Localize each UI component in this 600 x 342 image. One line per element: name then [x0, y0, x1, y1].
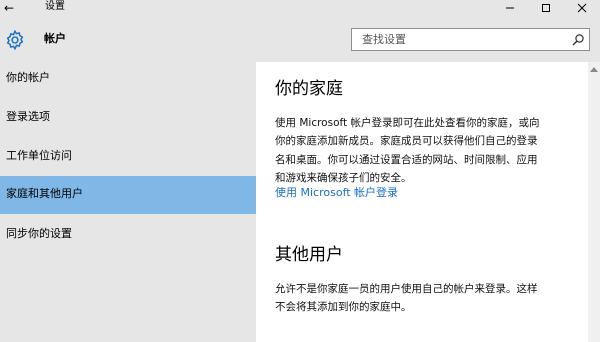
search-icon[interactable] [571, 33, 585, 47]
maximize-icon [542, 4, 550, 12]
maximize-button[interactable] [528, 0, 564, 16]
sidebar-item-label: 同步你的设置 [6, 227, 72, 240]
sidebar-item-your-account[interactable]: 你的帐户 [0, 62, 256, 100]
minimize-button[interactable] [492, 0, 528, 16]
sidebar-item-work-access[interactable]: 工作单位访问 [0, 139, 256, 177]
sidebar: 你的帐户 登录选项 工作单位访问 家庭和其他用户 同步你的设置 [0, 62, 256, 342]
back-button[interactable]: ← [0, 0, 18, 16]
window-title: 设置 [45, 1, 65, 12]
sidebar-item-sign-in-options[interactable]: 登录选项 [0, 100, 256, 138]
sidebar-item-family-other-users[interactable]: 家庭和其他用户 [0, 176, 256, 214]
search-placeholder: 查找设置 [362, 33, 406, 46]
close-icon [577, 3, 587, 13]
search-input[interactable]: 查找设置 [351, 28, 590, 51]
sidebar-item-label: 登录选项 [6, 110, 50, 123]
title-bar: ← 设置 [0, 0, 600, 16]
other-users-line: 不会将其添加到你的家庭中。 [275, 301, 412, 314]
family-line: 使用 Microsoft 帐户登录即可在此处查看你的家庭，或向 [275, 117, 540, 129]
other-users-description: 允许不是你家庭一员的用户使用自己的帐户来登录。这样 不会将其添加到你的家庭中。 [275, 280, 585, 317]
sidebar-item-label: 工作单位访问 [6, 149, 72, 162]
gear-icon [6, 29, 24, 51]
other-users-heading: 其他用户 [275, 245, 343, 265]
back-arrow-icon: ← [3, 1, 15, 15]
other-users-line: 允许不是你家庭一员的用户使用自己的帐户来登录。这样 [275, 283, 538, 295]
scroll-up-icon [590, 67, 598, 72]
sidebar-item-label: 你的帐户 [6, 71, 50, 84]
family-line: 你的家庭添加新成员。家庭成员可以获得他们自己的登录 [275, 135, 538, 148]
family-description: 使用 Microsoft 帐户登录即可在此处查看你的家庭，或向 你的家庭添加新成… [275, 114, 585, 187]
sidebar-item-label: 家庭和其他用户 [6, 187, 83, 200]
sidebar-item-sync-settings[interactable]: 同步你的设置 [0, 216, 256, 254]
page-header: 帐户 查找设置 [0, 16, 600, 62]
microsoft-signin-link[interactable]: 使用 Microsoft 帐户登录 [275, 185, 398, 201]
family-heading: 你的家庭 [275, 79, 343, 99]
scroll-up-button[interactable] [588, 64, 600, 74]
family-line: 名和桌面。你可以通过设置合适的网站、时间限制、应用 [275, 153, 538, 166]
minimize-icon [506, 7, 514, 9]
main-content: 你的家庭 使用 Microsoft 帐户登录即可在此处查看你的家庭，或向 你的家… [256, 62, 588, 342]
window-controls [492, 0, 600, 16]
close-button[interactable] [564, 0, 600, 16]
scrollbar[interactable] [588, 62, 600, 342]
page-title: 帐户 [44, 32, 66, 45]
